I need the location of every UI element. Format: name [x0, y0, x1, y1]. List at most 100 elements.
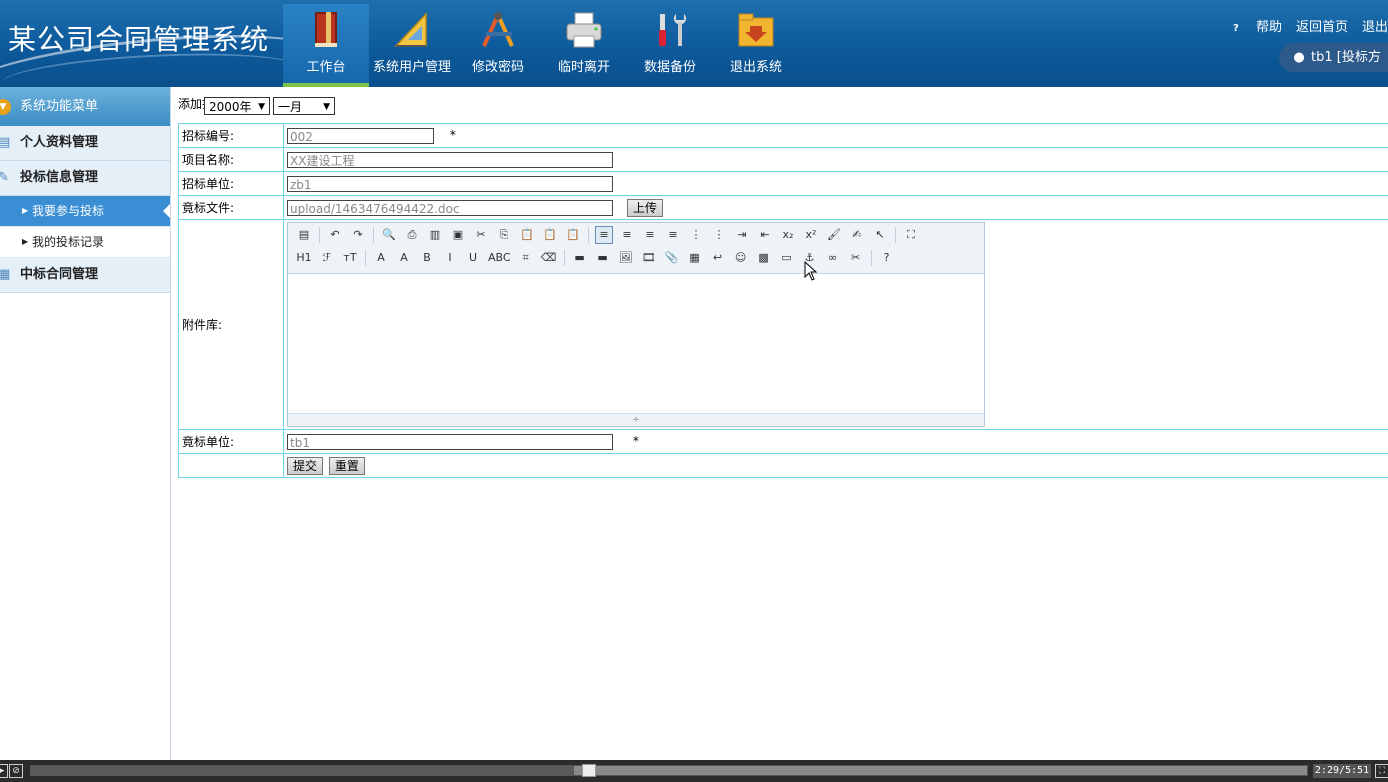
settings-icon[interactable]: ⊘ — [9, 764, 23, 778]
toolbar-button-icon[interactable]: ▥ — [427, 227, 443, 243]
toolbar-button-icon[interactable]: ▤ — [296, 227, 312, 243]
toolbar-button-icon[interactable]: 📎 — [664, 250, 680, 266]
editor-body[interactable] — [288, 274, 984, 412]
nav-system-users[interactable]: 系统用户管理 — [369, 4, 455, 87]
bid-file-input[interactable]: upload/1463476494422.doc — [287, 199, 613, 216]
toolbar-button-icon[interactable]: ≡ — [642, 227, 658, 243]
toolbar-button-icon[interactable]: B — [419, 250, 435, 266]
sidebar-group-bidding[interactable]: ✎ 投标信息管理 — [0, 161, 170, 196]
toolbar-button-icon[interactable]: ⎘ — [496, 227, 512, 243]
toolbar-button-icon[interactable]: ∞ — [825, 250, 841, 266]
form-row-bidder-unit: 竟标单位: tb1 * — [178, 429, 1388, 454]
toolbar-button-icon[interactable]: ⋮ — [688, 227, 704, 243]
fullscreen-icon[interactable]: ⛶ — [1375, 764, 1388, 778]
toolbar-button-icon[interactable]: ▩ — [756, 250, 772, 266]
project-name-input[interactable]: XX建设工程 — [287, 151, 613, 168]
toolbar-button-icon[interactable]: тT — [342, 250, 358, 266]
group-label: 个人资料管理 — [20, 135, 99, 150]
toolbar-button-icon[interactable]: 📋 — [519, 227, 535, 243]
toolbar-button-icon[interactable]: ≡ — [595, 225, 613, 244]
toolbar-button-icon[interactable]: 📋 — [565, 227, 581, 243]
sidebar-group-contracts[interactable]: ▦ 中标合同管理 — [0, 258, 170, 293]
field-cell: zb1 — [283, 171, 1388, 196]
toolbar-button-icon[interactable]: ≡ — [619, 227, 635, 243]
year-select[interactable]: 2000年 ▼ — [204, 97, 270, 115]
seek-track[interactable] — [30, 764, 1308, 777]
toolbar-button-icon[interactable]: ⛶ — [903, 227, 919, 243]
help-link[interactable]: ? 帮助 — [1230, 20, 1282, 35]
toolbar-button-icon[interactable]: ⋮ — [711, 227, 727, 243]
help-label: 帮助 — [1255, 20, 1282, 35]
toolbar-button-icon[interactable]: ↖ — [872, 227, 888, 243]
toolbar-button-icon[interactable]: ✂ — [473, 227, 489, 243]
editor-resize-handle[interactable]: ÷ — [288, 413, 984, 426]
bid-unit-input[interactable]: zb1 — [287, 175, 613, 192]
toolbar-button-icon[interactable]: ℱ — [319, 250, 335, 266]
toolbar-button-icon[interactable]: ⌗ — [518, 250, 534, 266]
logout-link[interactable]: 退出 — [1362, 20, 1388, 35]
nav-exit-system[interactable]: 退出系统 — [713, 4, 799, 87]
editor-toolbar: ▤ ↶ ↷ 🔍 ⎙ ▥ ▣ ✂ ⎘ 📋 📋 📋 ≡ ≡ ≡ ≡ ⋮ ⋮ ⇥ ⇤ x₂ x² 🖌 ✍ ↖ ⛶ H1 ℱтT A A B I U A… — [288, 223, 984, 274]
form-row-bid-file: 竟标文件: upload/1463476494422.doc 上传 — [178, 195, 1388, 220]
tools-icon — [659, 14, 686, 46]
toolbar-button-icon[interactable]: 🖼 — [618, 250, 634, 266]
nav-label: 数据备份 — [643, 60, 696, 75]
toolbar-separator — [895, 226, 896, 243]
sidebar-item-join-bid[interactable]: ▶ 我要参与投标 — [0, 196, 170, 227]
toolbar-button-icon[interactable]: ? — [879, 250, 895, 266]
toolbar-separator — [870, 249, 872, 266]
nav-change-password[interactable]: 修改密码 — [455, 4, 541, 87]
toolbar-button-icon[interactable]: ⇤ — [757, 227, 773, 243]
toolbar-button-icon[interactable]: ▣ — [450, 227, 466, 243]
toolbar-button-icon[interactable]: x₂ — [780, 227, 796, 243]
toolbar-button-icon[interactable]: 🔍 — [381, 227, 397, 243]
toolbar-button-icon[interactable]: ⇥ — [734, 227, 750, 243]
user-badge: ● tb1 [投标方 — [1279, 43, 1388, 72]
toolbar-separator — [373, 226, 374, 243]
home-link[interactable]: 返回首页 — [1296, 20, 1348, 35]
drafting-compass-icon — [482, 12, 514, 47]
toolbar-button-icon[interactable]: I — [442, 250, 458, 266]
main-content: 添加投标记录 2000年▼ 一月▼ 招标编号: 002 * 项目名称: XX建设… — [171, 87, 1388, 760]
nav-temporary-leave[interactable]: 临时离开 — [541, 4, 627, 87]
toolbar-button-icon[interactable]: ⌫ — [541, 250, 557, 266]
toolbar-button-icon[interactable]: ✍ — [849, 227, 865, 243]
seek-handle[interactable] — [581, 764, 596, 777]
toolbar-button-icon[interactable]: U — [465, 250, 481, 266]
toolbar-button-icon[interactable]: ↷ — [350, 227, 366, 243]
toolbar-button-icon[interactable]: x² — [803, 227, 819, 243]
nav-data-backup[interactable]: 数据备份 — [627, 4, 713, 87]
toolbar-button-icon[interactable]: 🖌 — [826, 227, 842, 243]
sidebar-group-profile[interactable]: ▤ 个人资料管理 — [0, 126, 170, 161]
toolbar-button-icon[interactable]: ≡ — [665, 227, 681, 243]
nav-workbench[interactable]: 工作台 — [283, 4, 369, 87]
toolbar-button-icon[interactable]: ▭ — [779, 250, 795, 266]
toolbar-button-icon[interactable]: ABC — [488, 250, 511, 266]
reset-button[interactable]: 重置 — [328, 456, 365, 475]
toolbar-separator — [365, 249, 366, 266]
edit-icon: ✎ — [0, 170, 9, 185]
toolbar-button-icon[interactable]: H1 — [296, 250, 312, 266]
toolbar-button-icon[interactable]: ⎙ — [404, 227, 420, 243]
toolbar-button-icon[interactable]: A — [373, 250, 389, 266]
toolbar-button-icon[interactable]: ✂ — [848, 250, 864, 266]
toolbar-button-icon[interactable]: ↩ — [710, 250, 726, 266]
upload-button[interactable]: 上传 — [626, 198, 663, 217]
toolbar-button-icon[interactable]: ▬ — [595, 250, 611, 266]
toolbar-button-icon[interactable]: 🎞 — [641, 250, 657, 266]
toolbar-button-icon[interactable]: A — [396, 250, 412, 266]
submit-button[interactable]: 提交 — [287, 456, 324, 475]
toolbar-button-icon[interactable]: ▬ — [572, 250, 588, 266]
sidebar-item-my-bids[interactable]: ▶ 我的投标记录 — [0, 227, 170, 258]
toolbar-button-icon[interactable]: ▦ — [687, 250, 703, 266]
bidder-unit-input[interactable]: tb1 — [287, 433, 613, 450]
toolbar-button-icon[interactable]: ↶ — [327, 227, 343, 243]
toolbar-separator — [563, 249, 565, 266]
bid-form: 招标编号: 002 * 项目名称: XX建设工程 招标单位: zb1 竟标文件:… — [178, 123, 1388, 478]
month-select-value: 一月 — [278, 100, 303, 114]
toolbar-button-icon[interactable]: ☺ — [733, 250, 749, 266]
month-select[interactable]: 一月 ▼ — [273, 97, 335, 115]
play-icon[interactable]: ▶ — [0, 764, 8, 778]
bid-no-input[interactable]: 002 — [287, 127, 434, 144]
toolbar-button-icon[interactable]: 📋 — [542, 227, 558, 243]
